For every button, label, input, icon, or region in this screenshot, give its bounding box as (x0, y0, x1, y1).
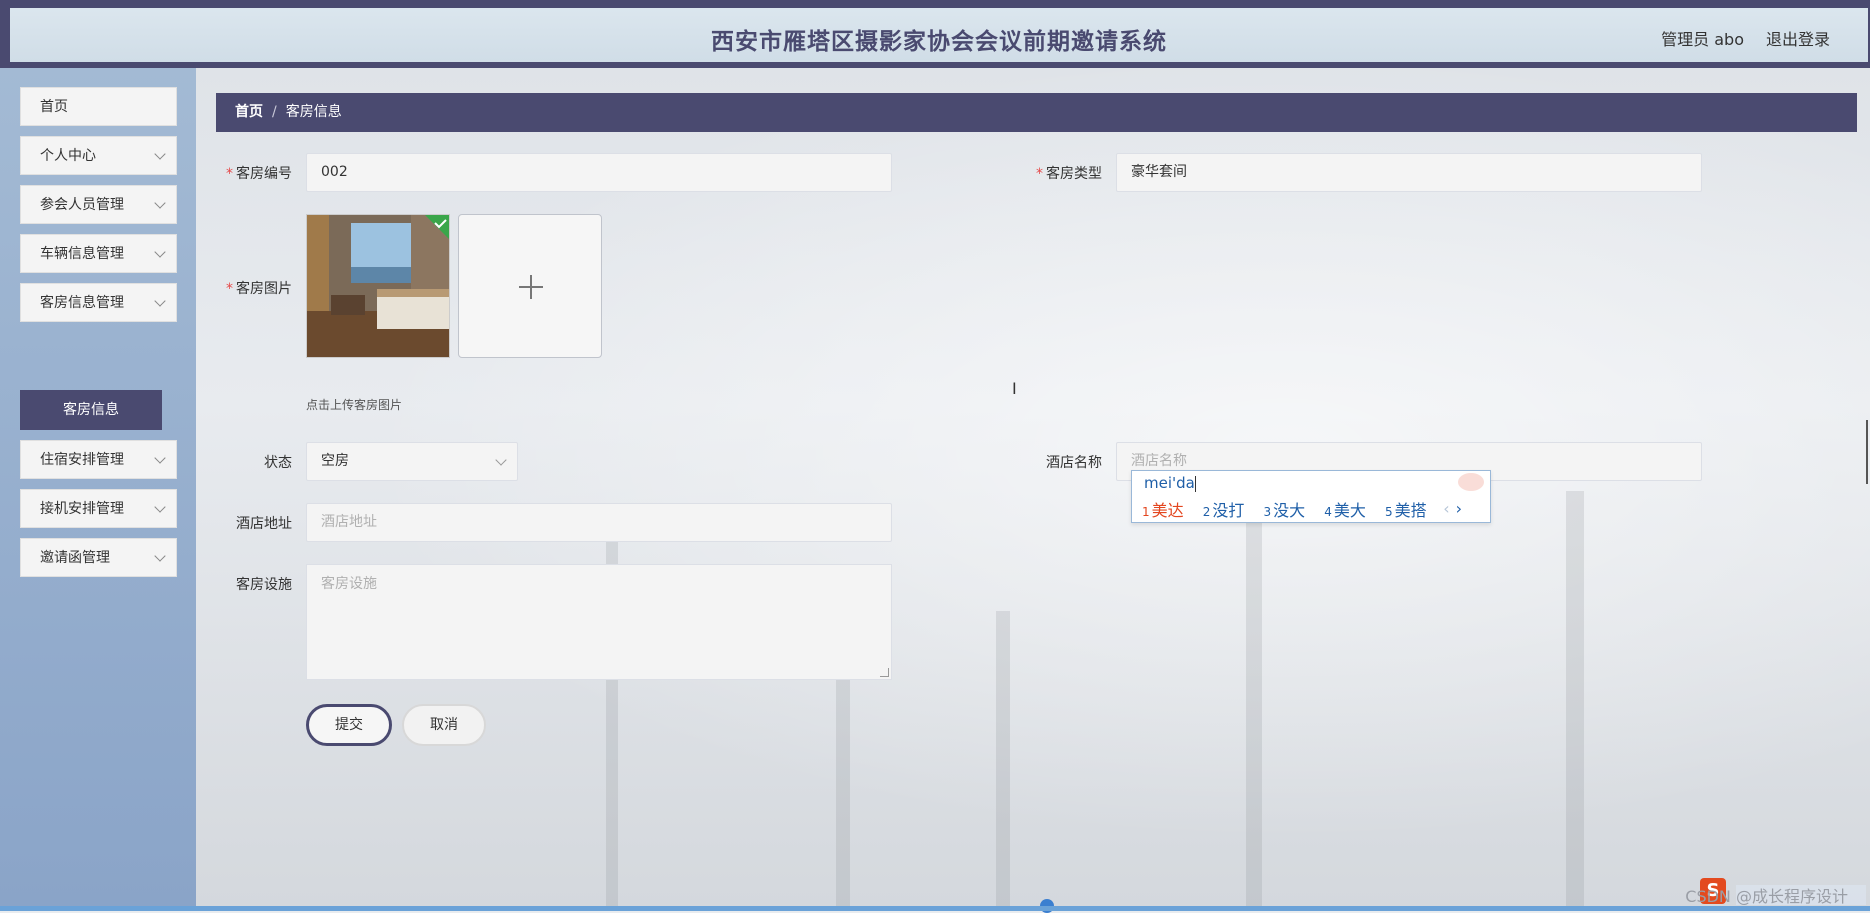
chevron-down-icon (154, 452, 166, 464)
room-number-input[interactable]: 002 (306, 153, 892, 192)
room-number-label: * 客房编号 (226, 166, 292, 182)
watermark: CSDN @成长程序设计 (1685, 887, 1848, 906)
sidebar-item-invitation-management[interactable]: 邀请函管理 (20, 538, 177, 577)
ime-composition: mei'da (1144, 474, 1196, 492)
hotel-address-input[interactable]: 酒店地址 (306, 503, 892, 542)
ime-next-icon[interactable]: › (1456, 499, 1462, 518)
status-value: 空房 (321, 453, 349, 469)
resize-grip-icon[interactable] (880, 668, 889, 677)
chevron-down-icon (154, 197, 166, 209)
sidebar-item-label: 参会人员管理 (40, 197, 124, 213)
sidebar-item-room-management[interactable]: 客房信息管理 (20, 283, 177, 322)
text-cursor-icon: I (1012, 379, 1017, 398)
app-header: 西安市雁塔区摄影家协会会议前期邀请系统 管理员 abo 退出登录 (0, 6, 1870, 68)
background-pole (1566, 491, 1584, 911)
room-type-input[interactable]: 豪华套间 (1116, 153, 1702, 192)
background-pole (996, 611, 1010, 911)
sidebar-item-pickup-management[interactable]: 接机安排管理 (20, 489, 177, 528)
chevron-down-icon (154, 246, 166, 258)
current-user: 管理员 abo (1661, 30, 1744, 49)
sidebar-item-label: 住宿安排管理 (40, 452, 124, 468)
sidebar-item-label: 车辆信息管理 (40, 246, 124, 262)
ime-candidates: 1 美达 2 没打 3 没大 4 美大 5 美搭 (1142, 497, 1441, 521)
scroll-indicator (1866, 420, 1868, 484)
sidebar-item-personal-center[interactable]: 个人中心 (20, 136, 177, 175)
chevron-down-icon (154, 501, 166, 513)
breadcrumb-home[interactable]: 首页 (235, 104, 263, 120)
upload-image-button[interactable] (458, 214, 602, 358)
chevron-down-icon (154, 295, 166, 307)
sidebar: 首页 个人中心 参会人员管理 车辆信息管理 客房信息管理 客房信息 住宿安排管理… (0, 68, 196, 911)
ime-candidate[interactable]: 5 美搭 (1385, 501, 1427, 520)
sidebar-item-label: 个人中心 (40, 148, 96, 164)
logout-button[interactable]: 退出登录 (1766, 26, 1830, 50)
status-label: 状态 (264, 455, 292, 471)
ime-candidate-popup: mei'da 1 美达 2 没打 3 没大 4 美大 5 美搭 ‹ › (1131, 470, 1491, 523)
sidebar-item-label: 客房信息管理 (40, 295, 124, 311)
sidebar-item-label: 邀请函管理 (40, 550, 110, 566)
ime-page-nav: ‹ › (1443, 499, 1462, 518)
header-panel: 西安市雁塔区摄影家协会会议前期邀请系统 管理员 abo 退出登录 (10, 8, 1868, 62)
sidebar-item-attendee-management[interactable]: 参会人员管理 (20, 185, 177, 224)
facilities-textarea[interactable]: 客房设施 (306, 564, 892, 680)
sidebar-item-vehicle-management[interactable]: 车辆信息管理 (20, 234, 177, 273)
sidebar-item-lodging-management[interactable]: 住宿安排管理 (20, 440, 177, 479)
ime-logo-icon (1458, 473, 1484, 491)
breadcrumb: 首页 / 客房信息 (216, 93, 1857, 132)
sidebar-item-label: 接机安排管理 (40, 501, 124, 517)
hotel-name-label: 酒店名称 (1046, 455, 1102, 471)
hotel-address-label: 酒店地址 (236, 516, 292, 532)
room-photo-thumbnail[interactable] (306, 214, 450, 358)
room-type-label: * 客房类型 (1036, 166, 1102, 182)
background-pole (1246, 491, 1262, 911)
upload-tip: 点击上传客房图片 (306, 398, 403, 412)
chevron-down-icon (495, 454, 507, 466)
cancel-button[interactable]: 取消 (402, 704, 486, 746)
facilities-placeholder: 客房设施 (321, 576, 377, 592)
chevron-down-icon (154, 550, 166, 562)
ime-prev-icon[interactable]: ‹ (1443, 499, 1449, 518)
bottom-bar (0, 906, 1870, 911)
status-select[interactable]: 空房 (306, 442, 518, 481)
ime-candidate[interactable]: 3 没大 (1264, 501, 1306, 520)
sidebar-subitem-room-info[interactable]: 客房信息 (20, 390, 162, 430)
plus-icon (530, 275, 532, 299)
main-content: 首页 / 客房信息 * 客房编号 002 * 客房类型 豪华套间 * 客房图片 点击上传客… (196, 68, 1870, 911)
breadcrumb-current: 客房信息 (285, 104, 342, 120)
ime-candidate[interactable]: 2 没打 (1203, 501, 1245, 520)
submit-button[interactable]: 提交 (306, 704, 392, 746)
sidebar-item-home[interactable]: 首页 (20, 87, 177, 126)
sidebar-item-label: 首页 (40, 99, 68, 115)
chevron-down-icon (154, 148, 166, 160)
app-title: 西安市雁塔区摄影家协会会议前期邀请系统 (711, 29, 1167, 55)
ime-candidate[interactable]: 1 美达 (1142, 501, 1184, 520)
facilities-label: 客房设施 (236, 577, 292, 593)
ime-candidate[interactable]: 4 美大 (1324, 501, 1366, 520)
breadcrumb-separator: / (272, 104, 277, 120)
room-image-label: * 客房图片 (226, 281, 292, 297)
